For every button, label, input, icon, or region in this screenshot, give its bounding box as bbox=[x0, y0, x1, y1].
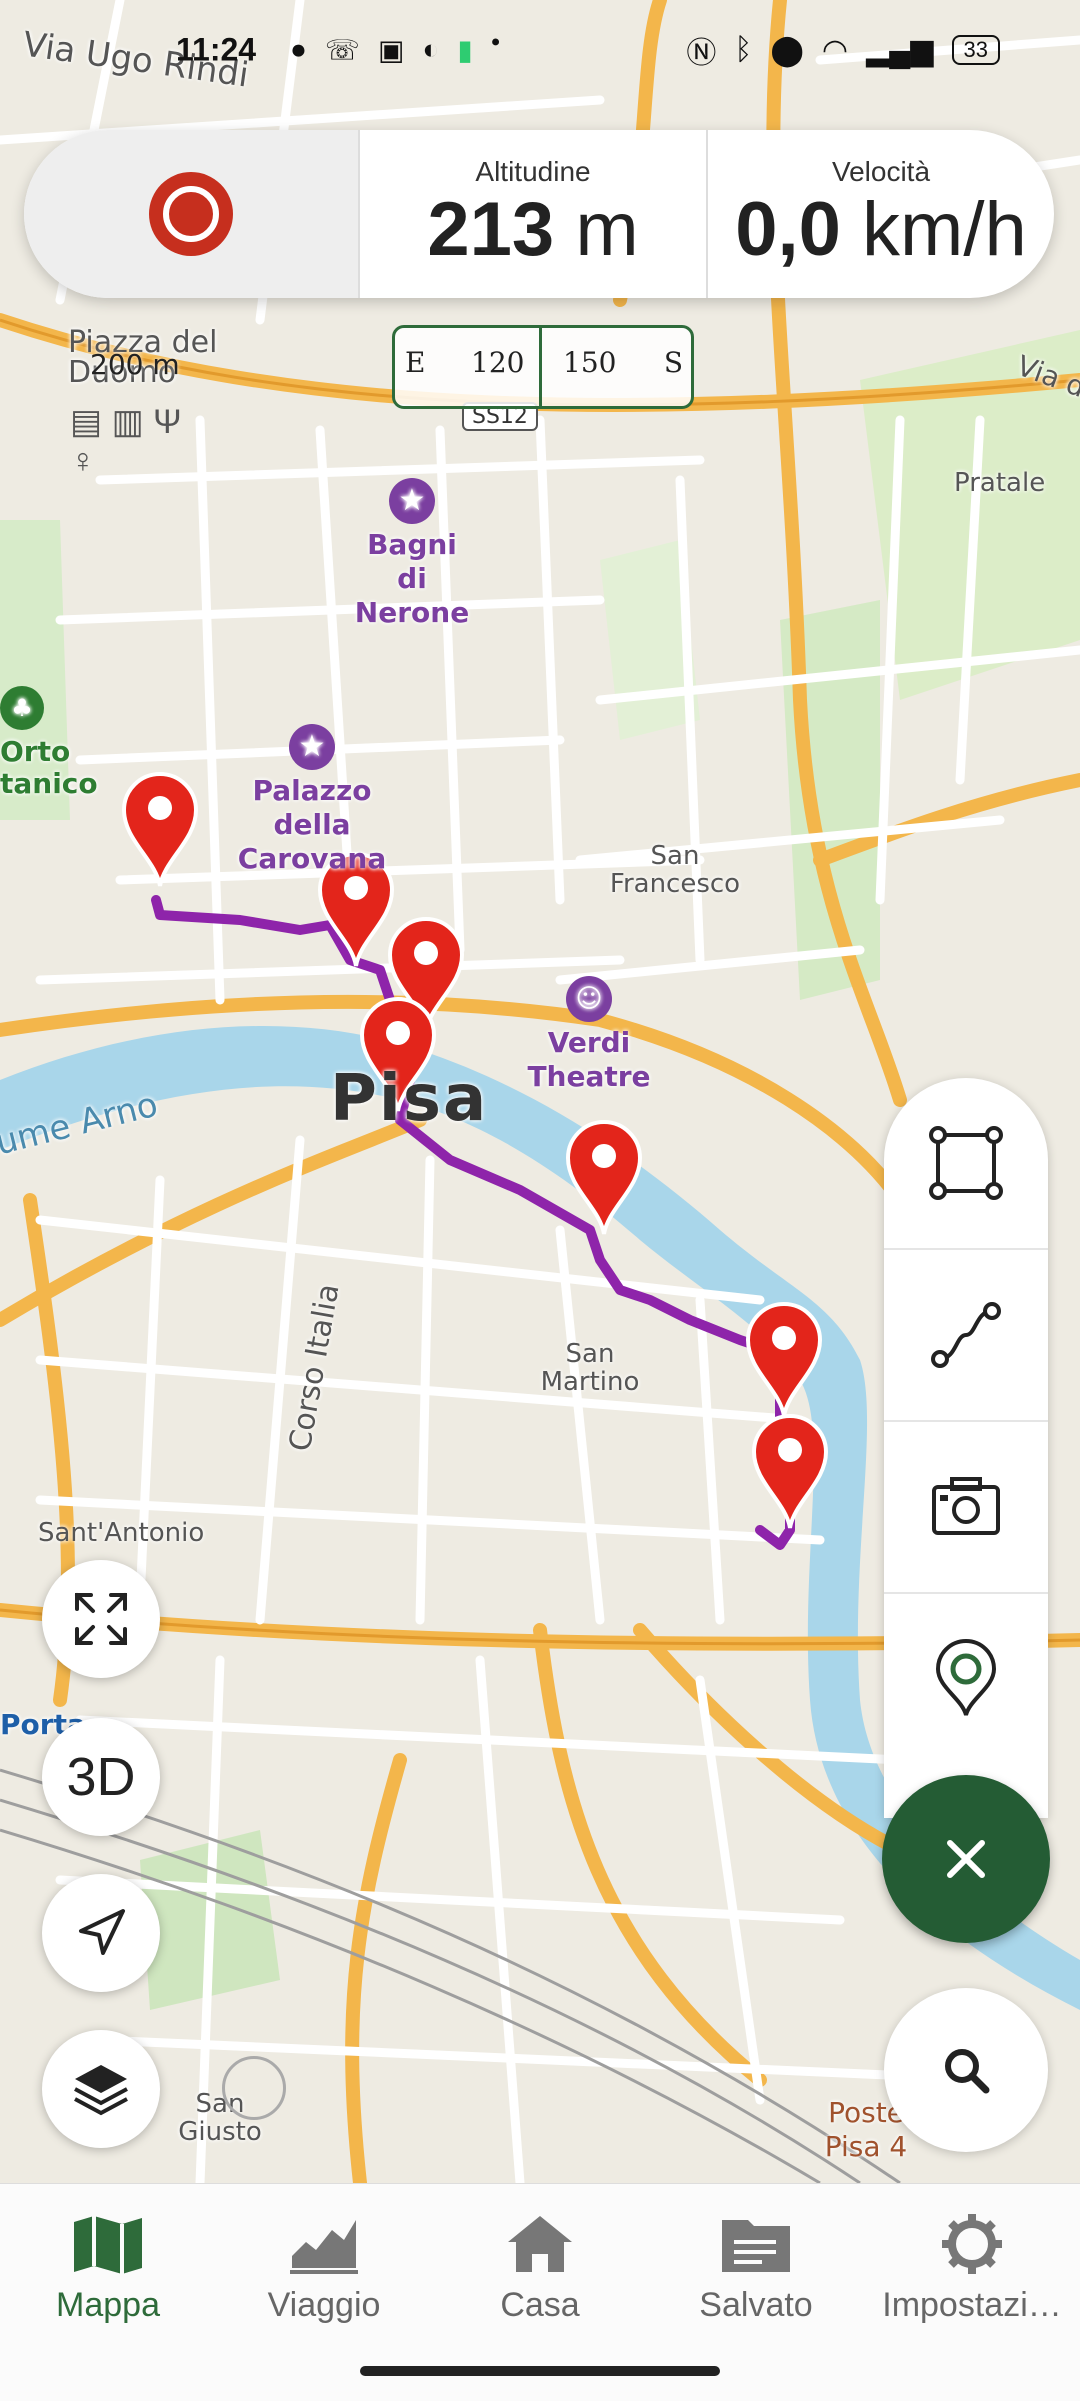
close-button[interactable] bbox=[882, 1775, 1050, 1943]
star-icon: ★ bbox=[389, 478, 435, 524]
compass-icon[interactable] bbox=[222, 2056, 286, 2120]
nav-mappa[interactable]: Mappa bbox=[0, 2184, 216, 2401]
bluetooth-icon: ᛒ bbox=[734, 33, 753, 66]
fullscreen-button[interactable] bbox=[42, 1560, 160, 1678]
missed-call-icon: ☏ bbox=[324, 34, 360, 66]
wifi-icon: ◠ bbox=[821, 33, 849, 67]
place-label: Sant'Antonio bbox=[38, 1518, 205, 1548]
status-time: 11:24 bbox=[176, 31, 257, 68]
map-pin-icon bbox=[935, 1639, 997, 1716]
gear-icon bbox=[942, 2214, 1002, 2274]
nav-label: Casa bbox=[500, 2286, 580, 2324]
map-icon bbox=[74, 2216, 142, 2274]
place-label: San Francesco bbox=[609, 841, 741, 899]
record-button[interactable] bbox=[24, 130, 360, 298]
tracking-info-card: Altitudine 213 m Velocità 0,0 km/h bbox=[24, 130, 1054, 298]
place-label: San Martino bbox=[540, 1339, 640, 1397]
museum-icon: ▥ bbox=[111, 403, 144, 441]
speed-label: Velocità bbox=[831, 156, 931, 187]
poi-label: ★ Palazzo della Carovana bbox=[212, 724, 412, 876]
speed-panel[interactable]: Velocità 0,0 km/h bbox=[708, 130, 1054, 298]
nav-label: Salvato bbox=[699, 2286, 813, 2324]
elevation-chart-icon bbox=[290, 2220, 358, 2274]
layers-icon bbox=[74, 2065, 128, 2116]
altitude-value: 213 m bbox=[427, 187, 639, 272]
waypoint-marker[interactable] bbox=[750, 1412, 830, 1532]
search-icon bbox=[945, 2049, 990, 2094]
restaurant-icon: Ψ bbox=[153, 403, 182, 441]
create-toolbar bbox=[884, 1078, 1048, 1818]
home-icon bbox=[508, 2216, 572, 2272]
3d-button[interactable]: 3D bbox=[42, 1718, 160, 1836]
city-label: Pisa bbox=[330, 1062, 489, 1136]
waypoint-marker[interactable] bbox=[120, 770, 200, 890]
route-tool-button[interactable] bbox=[884, 1250, 1048, 1422]
poi-category-icons: ▤ ▥ Ψ ♀ bbox=[70, 402, 182, 481]
compass-bar[interactable]: E 120 150 S bbox=[392, 325, 694, 409]
search-button[interactable] bbox=[884, 1988, 1048, 2152]
speed-value: 0,0 km/h bbox=[735, 187, 1027, 272]
toilets-icon: ♀ bbox=[70, 442, 96, 480]
compass-e: E bbox=[405, 346, 426, 379]
waypoint-marker[interactable] bbox=[564, 1118, 644, 1238]
fullscreen-icon bbox=[75, 1593, 127, 1645]
navigation-arrow-icon bbox=[79, 1909, 125, 1955]
status-bar: 11:24 ● ☏ ▣ ◐ ▮ ● Ⓝ ᛒ ⬤ ◠ ▂▄▆ 33 bbox=[0, 0, 1080, 72]
folder-icon bbox=[722, 2220, 790, 2272]
altitude-panel[interactable]: Altitudine 213 m bbox=[360, 130, 708, 298]
nav-impostazioni[interactable]: Impostazi… bbox=[864, 2184, 1080, 2401]
compass-tick: 120 bbox=[471, 346, 525, 379]
compass-needle bbox=[539, 328, 542, 406]
layers-button[interactable] bbox=[42, 2030, 160, 2148]
scale-label: 200 m bbox=[90, 348, 180, 381]
hotel-icon: ▤ bbox=[70, 403, 103, 441]
nav-label: Mappa bbox=[56, 2286, 160, 2324]
star-icon: ★ bbox=[289, 724, 335, 770]
poi-label: ☺ Verdi Theatre bbox=[524, 976, 654, 1094]
signal-icon: ▂▄▆ bbox=[866, 33, 934, 67]
compass-s: S bbox=[663, 346, 683, 379]
polygon-icon bbox=[929, 1126, 1003, 1200]
theatre-icon: ☺ bbox=[566, 976, 612, 1022]
app-icon: ◐ bbox=[422, 33, 440, 65]
nav-label: Impostazi… bbox=[882, 2286, 1062, 2324]
notification-icons: ● ☏ ▣ ◐ ▮ ● bbox=[290, 34, 500, 67]
poi-label: ★ Bagni di Nerone bbox=[352, 478, 472, 630]
poi-label: ♣ Orto tanico bbox=[0, 686, 98, 800]
nfc-icon: Ⓝ bbox=[686, 37, 717, 70]
dot-icon: ● bbox=[490, 33, 501, 51]
altitude-label: Altitudine bbox=[475, 156, 591, 187]
locate-button[interactable] bbox=[42, 1874, 160, 1992]
point-tool-button[interactable] bbox=[884, 1594, 1048, 1764]
compass-tick: 150 bbox=[563, 346, 617, 379]
chat-icon: ● bbox=[290, 33, 307, 65]
battery-icon: 33 bbox=[951, 35, 1000, 65]
place-label: Pratale bbox=[954, 468, 1046, 498]
nav-label: Viaggio bbox=[267, 2286, 381, 2324]
waypoint-marker[interactable] bbox=[744, 1300, 824, 1420]
location-icon: ⬤ bbox=[770, 33, 804, 67]
close-icon bbox=[947, 1840, 985, 1878]
battery-app-icon: ▮ bbox=[457, 34, 473, 66]
area-tool-button[interactable] bbox=[884, 1078, 1048, 1250]
tree-icon: ♣ bbox=[0, 686, 44, 730]
record-icon bbox=[149, 172, 233, 256]
photo-tool-button[interactable] bbox=[884, 1422, 1048, 1594]
system-icons: Ⓝ ᛒ ⬤ ◠ ▂▄▆ 33 bbox=[686, 28, 1000, 72]
route-icon bbox=[931, 1302, 1001, 1368]
app-icon: ▣ bbox=[377, 34, 405, 66]
camera-icon bbox=[932, 1477, 1000, 1535]
gesture-bar[interactable] bbox=[360, 2366, 720, 2376]
